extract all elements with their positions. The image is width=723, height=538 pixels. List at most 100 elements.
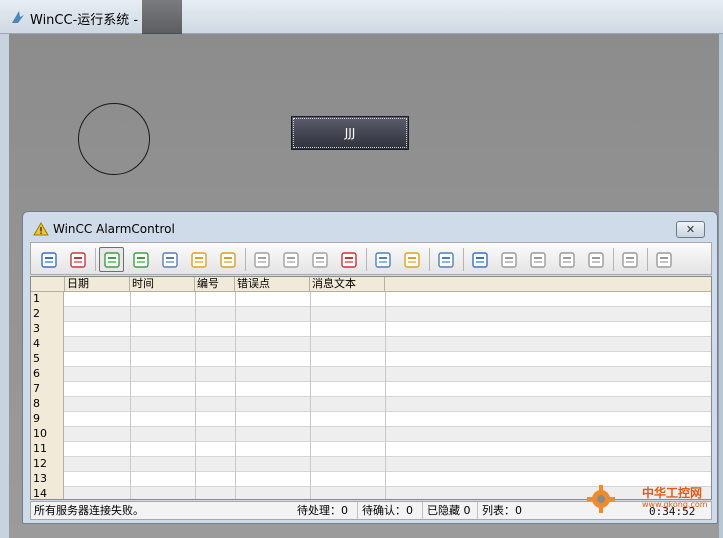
group-acknowledge-button[interactable] bbox=[278, 247, 303, 272]
row-number: 6 bbox=[31, 367, 64, 382]
print-button[interactable] bbox=[433, 247, 458, 272]
emergency-acknowledge-icon bbox=[341, 252, 357, 268]
toolbar-separator bbox=[429, 248, 430, 271]
row-number: 3 bbox=[31, 322, 64, 337]
emergency-acknowledge-button[interactable] bbox=[336, 247, 361, 272]
info-text-icon bbox=[622, 252, 638, 268]
single-acknowledge-button[interactable] bbox=[249, 247, 274, 272]
help-icon bbox=[41, 252, 57, 268]
message-list-button[interactable] bbox=[99, 247, 124, 272]
column-divider bbox=[130, 292, 131, 499]
short-term-archive-button[interactable] bbox=[128, 247, 153, 272]
column-divider bbox=[310, 292, 311, 499]
lock-list-icon bbox=[191, 252, 207, 268]
column-header[interactable]: 错误点 bbox=[235, 277, 310, 292]
table-row[interactable]: 12 bbox=[31, 457, 711, 472]
window-title: WinCC-运行系统 - bbox=[30, 13, 139, 28]
table-row[interactable]: 11 bbox=[31, 442, 711, 457]
row-number: 5 bbox=[31, 352, 64, 367]
status-list: 列表：0 bbox=[477, 502, 522, 519]
alarm-control-window: WinCC AlarmControl ✕ 日期 时间 编号 错误点 消息文本 12345… bbox=[22, 211, 718, 524]
table-row[interactable]: 5 bbox=[31, 352, 711, 367]
background-window-strip bbox=[142, 0, 182, 34]
hit-list-button[interactable] bbox=[215, 247, 240, 272]
column-divider bbox=[235, 292, 236, 499]
selection-dialog-button[interactable] bbox=[370, 247, 395, 272]
configure-dialog-icon bbox=[70, 252, 86, 268]
table-row[interactable]: 10 bbox=[31, 427, 711, 442]
circle-object[interactable] bbox=[78, 103, 150, 175]
watermark: 中华工控网 www.gkong.com bbox=[586, 482, 718, 522]
table-row[interactable]: 7 bbox=[31, 382, 711, 397]
first-message-button[interactable] bbox=[496, 247, 521, 272]
row-number: 12 bbox=[31, 457, 64, 472]
table-row[interactable]: 3 bbox=[31, 322, 711, 337]
row-number: 4 bbox=[31, 337, 64, 352]
table-body: 1 2 3 4 5 6 7 8 9 10 11 12 13 14 bbox=[31, 292, 711, 499]
watermark-subtext: www.gkong.com bbox=[642, 500, 708, 509]
window-frame-left bbox=[0, 34, 9, 538]
column-header[interactable]: 日期 bbox=[65, 277, 130, 292]
auto-scroll-icon bbox=[312, 252, 328, 268]
table-row[interactable]: 2 bbox=[31, 307, 711, 322]
table-row[interactable]: 8 bbox=[31, 397, 711, 412]
alarm-control-titlebar[interactable]: WinCC AlarmControl ✕ bbox=[23, 212, 717, 242]
configure-dialog-button[interactable] bbox=[65, 247, 90, 272]
jjj-button[interactable]: JJJ bbox=[291, 116, 409, 150]
last-message-button[interactable] bbox=[583, 247, 608, 272]
hit-list-icon bbox=[220, 252, 236, 268]
help-button[interactable] bbox=[36, 247, 61, 272]
table-row[interactable]: 1 bbox=[31, 292, 711, 307]
lock-list-button[interactable] bbox=[186, 247, 211, 272]
next-message-icon bbox=[559, 252, 575, 268]
row-number: 14 bbox=[31, 487, 64, 499]
status-hidden: 已隐藏 0 bbox=[422, 502, 471, 519]
column-header[interactable]: 时间 bbox=[130, 277, 195, 292]
sort-dialog-icon bbox=[472, 252, 488, 268]
display-options-button[interactable] bbox=[399, 247, 424, 272]
single-acknowledge-icon bbox=[254, 252, 270, 268]
toolbar-separator bbox=[366, 248, 367, 271]
wincc-logo-icon bbox=[12, 11, 24, 23]
last-message-icon bbox=[588, 252, 604, 268]
alarm-control-title: WinCC AlarmControl bbox=[53, 222, 175, 236]
row-number: 9 bbox=[31, 412, 64, 427]
group-acknowledge-icon bbox=[283, 252, 299, 268]
row-number: 2 bbox=[31, 307, 64, 322]
window-titlebar[interactable]: WinCC-运行系统 - bbox=[0, 0, 723, 34]
column-divider bbox=[385, 292, 386, 499]
table-row[interactable]: 9 bbox=[31, 412, 711, 427]
alarm-toolbar bbox=[30, 242, 712, 275]
print-icon bbox=[438, 252, 454, 268]
first-message-icon bbox=[501, 252, 517, 268]
table-corner bbox=[31, 277, 65, 292]
table-header: 日期 时间 编号 错误点 消息文本 bbox=[31, 277, 711, 292]
table-row[interactable]: 6 bbox=[31, 367, 711, 382]
status-unacknowledged: 待确认：0 bbox=[357, 502, 413, 519]
toolbar-separator bbox=[95, 248, 96, 271]
previous-message-button[interactable] bbox=[525, 247, 550, 272]
table-row[interactable]: 4 bbox=[31, 337, 711, 352]
comment-button[interactable] bbox=[651, 247, 676, 272]
row-number: 10 bbox=[31, 427, 64, 442]
column-header[interactable]: 消息文本 bbox=[310, 277, 385, 292]
previous-message-icon bbox=[530, 252, 546, 268]
toolbar-separator bbox=[613, 248, 614, 271]
display-options-icon bbox=[404, 252, 420, 268]
column-divider bbox=[195, 292, 196, 499]
column-header[interactable]: 编号 bbox=[195, 277, 235, 292]
toolbar-separator bbox=[245, 248, 246, 271]
window-frame-right bbox=[719, 34, 723, 538]
info-text-button[interactable] bbox=[617, 247, 642, 272]
auto-scroll-button[interactable] bbox=[307, 247, 332, 272]
gear-icon bbox=[587, 485, 615, 513]
long-term-archive-icon bbox=[162, 252, 178, 268]
sort-dialog-button[interactable] bbox=[467, 247, 492, 272]
message-list-icon bbox=[104, 252, 120, 268]
status-message: 所有服务器连接失败。 bbox=[34, 504, 144, 517]
next-message-button[interactable] bbox=[554, 247, 579, 272]
row-number: 8 bbox=[31, 397, 64, 412]
long-term-archive-button[interactable] bbox=[157, 247, 182, 272]
comment-icon bbox=[656, 252, 672, 268]
close-button[interactable]: ✕ bbox=[676, 221, 705, 238]
